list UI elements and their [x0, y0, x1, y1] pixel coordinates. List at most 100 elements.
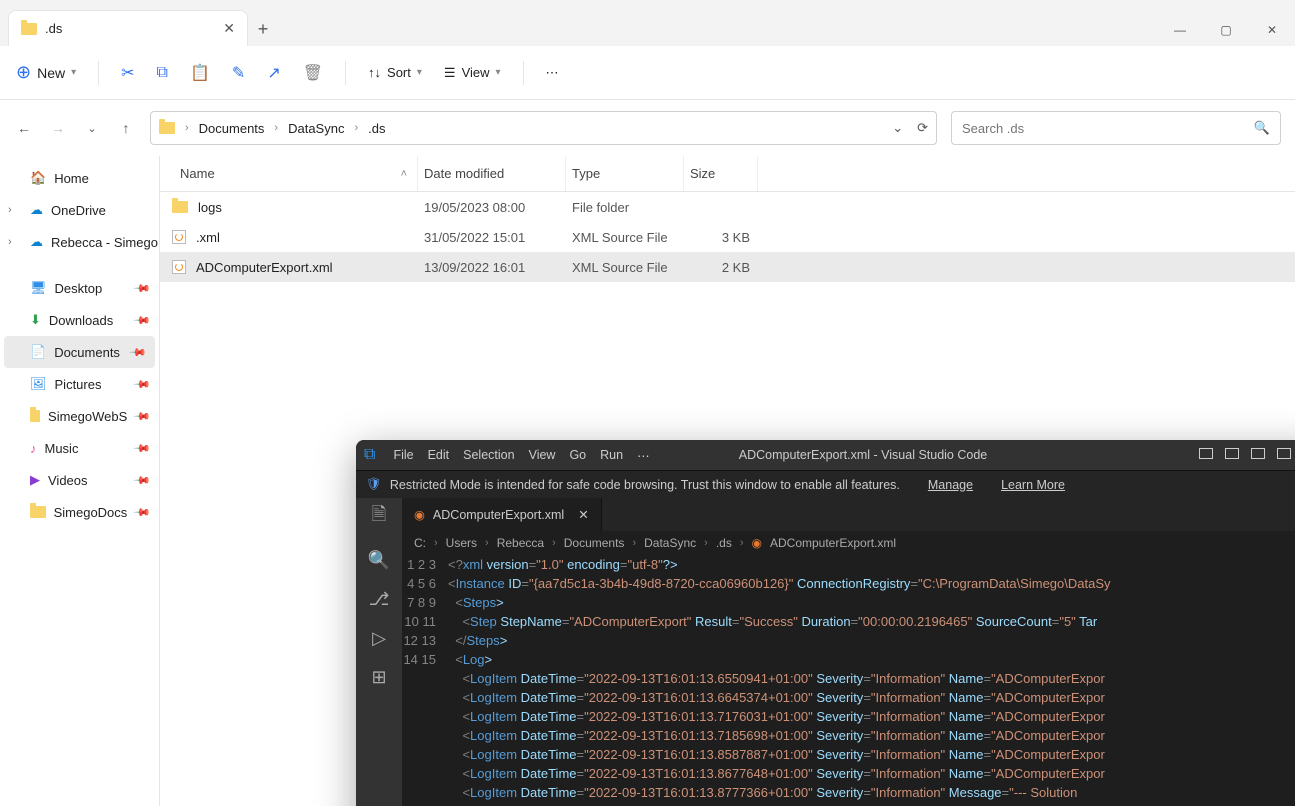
- search-input[interactable]: [962, 121, 1254, 136]
- paste-icon[interactable]: 📋: [190, 63, 210, 83]
- source-control-icon[interactable]: ⎇: [369, 589, 390, 610]
- address-bar[interactable]: › Documents › DataSync › .ds ⌄ ⟳: [150, 111, 937, 145]
- manage-link[interactable]: Manage: [928, 478, 973, 492]
- close-window-button[interactable]: ✕: [1249, 14, 1295, 46]
- sidebar-item-onedrive[interactable]: ›☁OneDrive: [0, 194, 159, 226]
- sidebar-item-documents[interactable]: 📄Documents📌: [4, 336, 155, 368]
- chevron-right-icon: ›: [274, 122, 278, 134]
- menu-edit[interactable]: Edit: [428, 448, 450, 463]
- crumb[interactable]: DataSync: [644, 536, 696, 550]
- column-type[interactable]: Type: [566, 156, 684, 191]
- file-date: 13/09/2022 16:01: [418, 260, 566, 275]
- chevron-right-icon: ›: [185, 122, 189, 134]
- explorer-sidebar: 🏠Home ›☁OneDrive ›☁Rebecca - Simego 🖥Des…: [0, 156, 160, 806]
- editor-tabs: ◉ ADComputerExport.xml ✕ ⋯: [402, 498, 1295, 531]
- debug-icon[interactable]: ▷: [372, 628, 386, 649]
- chevron-right-icon[interactable]: ›: [8, 236, 12, 248]
- learn-more-link[interactable]: Learn More: [1001, 478, 1065, 492]
- file-pane: Name˄ Date modified Type Size logs19/05/…: [160, 156, 1295, 806]
- sidebar-item-pictures[interactable]: 🖼Pictures📌: [0, 368, 159, 400]
- layout-icon[interactable]: [1225, 448, 1239, 459]
- forward-button[interactable]: →: [48, 120, 68, 136]
- sidebar-item-rebecca[interactable]: ›☁Rebecca - Simego: [0, 226, 159, 258]
- sidebar-item-simegoweb[interactable]: SimegoWebS📌: [0, 400, 159, 432]
- share-icon[interactable]: ↗: [267, 63, 280, 83]
- search-icon[interactable]: 🔍: [368, 550, 390, 571]
- recent-button[interactable]: ⌄: [82, 122, 102, 135]
- back-button[interactable]: ←: [14, 120, 34, 136]
- search-box[interactable]: 🔍: [951, 111, 1281, 145]
- breadcrumb-item[interactable]: DataSync: [288, 121, 344, 136]
- delete-icon[interactable]: 🗑: [303, 63, 323, 83]
- menu-more[interactable]: ⋯: [637, 448, 650, 463]
- extensions-icon[interactable]: ⊞: [371, 667, 386, 688]
- tab-close-button[interactable]: ✕: [578, 507, 588, 522]
- menu-run[interactable]: Run: [600, 448, 623, 463]
- more-button[interactable]: ⋯: [546, 65, 559, 81]
- sort-button[interactable]: ↑↓ Sort ▾: [368, 65, 422, 80]
- sidebar-item-music[interactable]: ♪Music📌: [0, 432, 159, 464]
- sort-icon: ↑↓: [368, 65, 381, 80]
- crumb[interactable]: .ds: [716, 536, 732, 550]
- vscode-menubar: File Edit Selection View Go Run ⋯: [393, 448, 649, 463]
- new-button[interactable]: ⊕ New ▾: [16, 62, 76, 83]
- up-button[interactable]: ↑: [116, 120, 136, 136]
- layout-icon[interactable]: [1251, 448, 1265, 459]
- menu-view[interactable]: View: [529, 448, 556, 463]
- folder-icon: [172, 201, 188, 213]
- tab-close-button[interactable]: ✕: [223, 20, 235, 37]
- rename-icon[interactable]: ✎: [232, 63, 245, 83]
- column-size[interactable]: Size: [684, 156, 758, 191]
- file-name: logs: [198, 200, 222, 215]
- crumb[interactable]: Rebecca: [497, 536, 544, 550]
- sidebar-item-label: Home: [54, 171, 89, 186]
- xml-file-icon: [172, 230, 186, 244]
- activity-bar: 🗎 🔍 ⎇ ▷ ⊞ ◯ ⚙: [356, 498, 402, 806]
- menu-file[interactable]: File: [393, 448, 413, 463]
- view-button[interactable]: ☰ View ▾: [444, 65, 501, 81]
- column-name[interactable]: Name˄: [160, 156, 418, 191]
- file-row[interactable]: .xml31/05/2022 15:01XML Source File3 KB: [160, 222, 1295, 252]
- code-lines[interactable]: <?xml version="1.0" encoding="utf-8"?> <…: [448, 555, 1111, 806]
- sidebar-item-downloads[interactable]: ⬇Downloads📌: [0, 304, 159, 336]
- column-date[interactable]: Date modified: [418, 156, 566, 191]
- sidebar-item-home[interactable]: 🏠Home: [0, 162, 159, 194]
- crumb[interactable]: Documents: [564, 536, 625, 550]
- sidebar-item-simegodocs[interactable]: SimegoDocs📌: [0, 496, 159, 528]
- new-tab-button[interactable]: +: [248, 19, 278, 46]
- layout-icon[interactable]: [1277, 448, 1291, 459]
- breadcrumb-item[interactable]: .ds: [368, 121, 385, 136]
- crumb[interactable]: ADComputerExport.xml: [770, 536, 896, 550]
- code-editor[interactable]: 1 2 3 4 5 6 7 8 9 10 11 12 13 14 15 <?xm…: [402, 555, 1295, 806]
- pin-icon: 📌: [129, 343, 148, 362]
- crumb[interactable]: C:: [414, 536, 426, 550]
- file-row[interactable]: ADComputerExport.xml13/09/2022 16:01XML …: [160, 252, 1295, 282]
- menu-selection[interactable]: Selection: [463, 448, 514, 463]
- maximize-button[interactable]: ▢: [1203, 14, 1249, 46]
- refresh-icon[interactable]: ⟳: [917, 120, 928, 136]
- notice-text: Restricted Mode is intended for safe cod…: [390, 478, 900, 492]
- cut-icon[interactable]: ✂: [121, 63, 134, 83]
- sort-asc-icon: ˄: [401, 168, 407, 180]
- breadcrumb-item[interactable]: Documents: [199, 121, 265, 136]
- menu-go[interactable]: Go: [569, 448, 586, 463]
- layout-icon[interactable]: [1199, 448, 1213, 459]
- search-icon[interactable]: 🔍: [1254, 120, 1270, 136]
- minimize-button[interactable]: —: [1157, 14, 1203, 46]
- sidebar-item-videos[interactable]: ▶Videos📌: [0, 464, 159, 496]
- crumb[interactable]: Users: [446, 536, 477, 550]
- explorer-icon[interactable]: 🗎: [372, 502, 386, 532]
- file-row[interactable]: logs19/05/2023 08:00File folder: [160, 192, 1295, 222]
- explorer-navrow: ← → ⌄ ↑ › Documents › DataSync › .ds ⌄ ⟳…: [0, 100, 1295, 156]
- editor-tab[interactable]: ◉ ADComputerExport.xml ✕: [402, 498, 602, 531]
- vscode-titlebar[interactable]: ⧉ File Edit Selection View Go Run ⋯ ADCo…: [356, 440, 1295, 470]
- editor-breadcrumbs[interactable]: C:› Users› Rebecca› Documents› DataSync›…: [402, 531, 1295, 555]
- sidebar-item-label: Desktop: [55, 281, 103, 296]
- sidebar-item-desktop[interactable]: 🖥Desktop📌: [0, 272, 159, 304]
- pin-icon: 📌: [133, 375, 152, 394]
- address-chevron-icon[interactable]: ⌄: [892, 120, 903, 136]
- pin-icon: 📌: [133, 311, 152, 330]
- chevron-right-icon[interactable]: ›: [8, 204, 12, 216]
- window-tab[interactable]: .ds ✕: [8, 10, 248, 46]
- copy-icon[interactable]: ⧉: [157, 64, 168, 82]
